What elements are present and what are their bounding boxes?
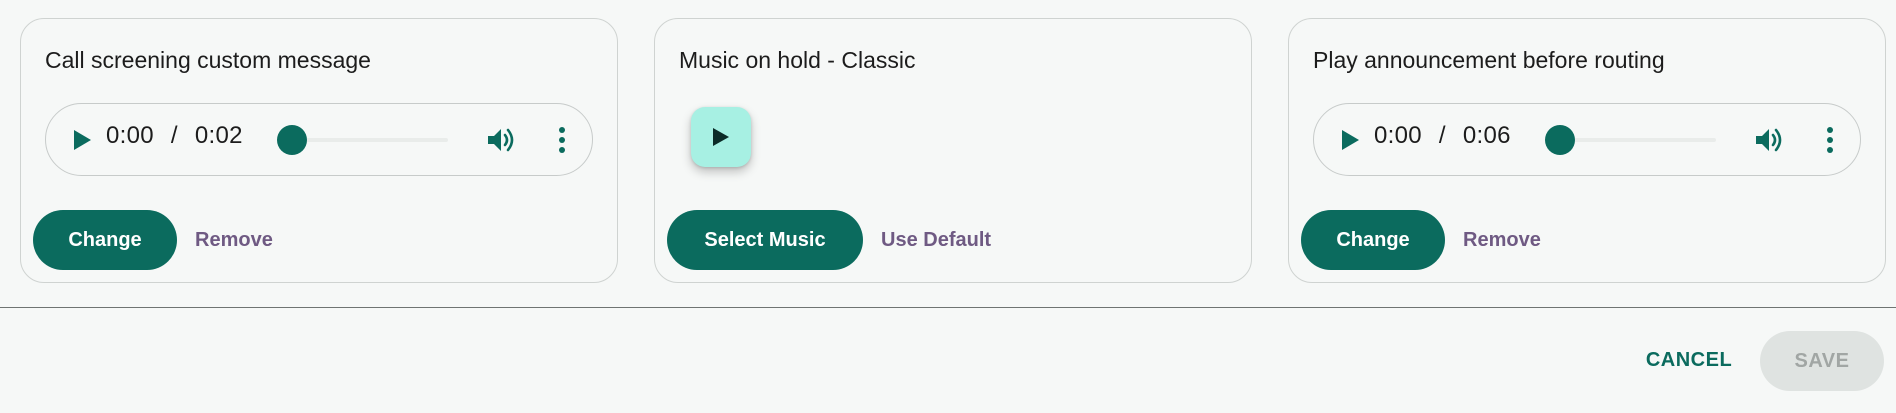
time-display: 0:00 / 0:02 — [106, 122, 243, 150]
audio-settings-cards: Call screening custom message 0:00 / 0:0… — [20, 18, 1886, 283]
play-icon — [1342, 130, 1359, 150]
card-actions: Change Remove — [1301, 210, 1541, 270]
current-time: 0:00 — [106, 122, 154, 149]
time-display: 0:00 / 0:06 — [1374, 122, 1511, 150]
time-separator: / — [170, 122, 178, 149]
volume-icon — [1756, 128, 1782, 152]
select-music-button[interactable]: Select Music — [667, 210, 863, 270]
remove-button[interactable]: Remove — [195, 229, 273, 252]
volume-button[interactable] — [485, 124, 517, 156]
music-on-hold-card: Music on hold - Classic Select Music Use… — [654, 18, 1252, 283]
seek-thumb[interactable] — [277, 125, 307, 155]
change-button[interactable]: Change — [33, 210, 177, 270]
time-separator: / — [1438, 122, 1446, 149]
play-icon — [713, 128, 729, 146]
remove-button[interactable]: Remove — [1463, 229, 1541, 252]
use-default-button[interactable]: Use Default — [881, 229, 991, 252]
music-play-button[interactable] — [691, 107, 751, 167]
seek-thumb[interactable] — [1545, 125, 1575, 155]
more-vertical-icon — [559, 127, 565, 153]
volume-button[interactable] — [1753, 124, 1785, 156]
audio-player: 0:00 / 0:06 — [1313, 103, 1861, 176]
more-options-button[interactable] — [1824, 124, 1836, 156]
card-actions: Change Remove — [33, 210, 273, 270]
current-time: 0:00 — [1374, 122, 1422, 149]
save-button[interactable]: SAVE — [1760, 331, 1884, 391]
play-button[interactable] — [68, 126, 96, 154]
card-title: Play announcement before routing — [1313, 47, 1665, 73]
cancel-button[interactable]: CANCEL — [1634, 336, 1744, 384]
duration: 0:06 — [1462, 122, 1511, 149]
announcement-card: Play announcement before routing 0:00 / … — [1288, 18, 1886, 283]
volume-icon — [488, 128, 514, 152]
card-title: Call screening custom message — [45, 47, 371, 73]
audio-player: 0:00 / 0:02 — [45, 103, 593, 176]
play-button[interactable] — [1336, 126, 1364, 154]
call-screening-card: Call screening custom message 0:00 / 0:0… — [20, 18, 618, 283]
more-vertical-icon — [1827, 127, 1833, 153]
card-actions: Select Music Use Default — [667, 210, 991, 270]
change-button[interactable]: Change — [1301, 210, 1445, 270]
footer-divider — [0, 307, 1896, 308]
duration: 0:02 — [194, 122, 243, 149]
card-title: Music on hold - Classic — [679, 47, 916, 73]
more-options-button[interactable] — [556, 124, 568, 156]
play-icon — [74, 130, 91, 150]
